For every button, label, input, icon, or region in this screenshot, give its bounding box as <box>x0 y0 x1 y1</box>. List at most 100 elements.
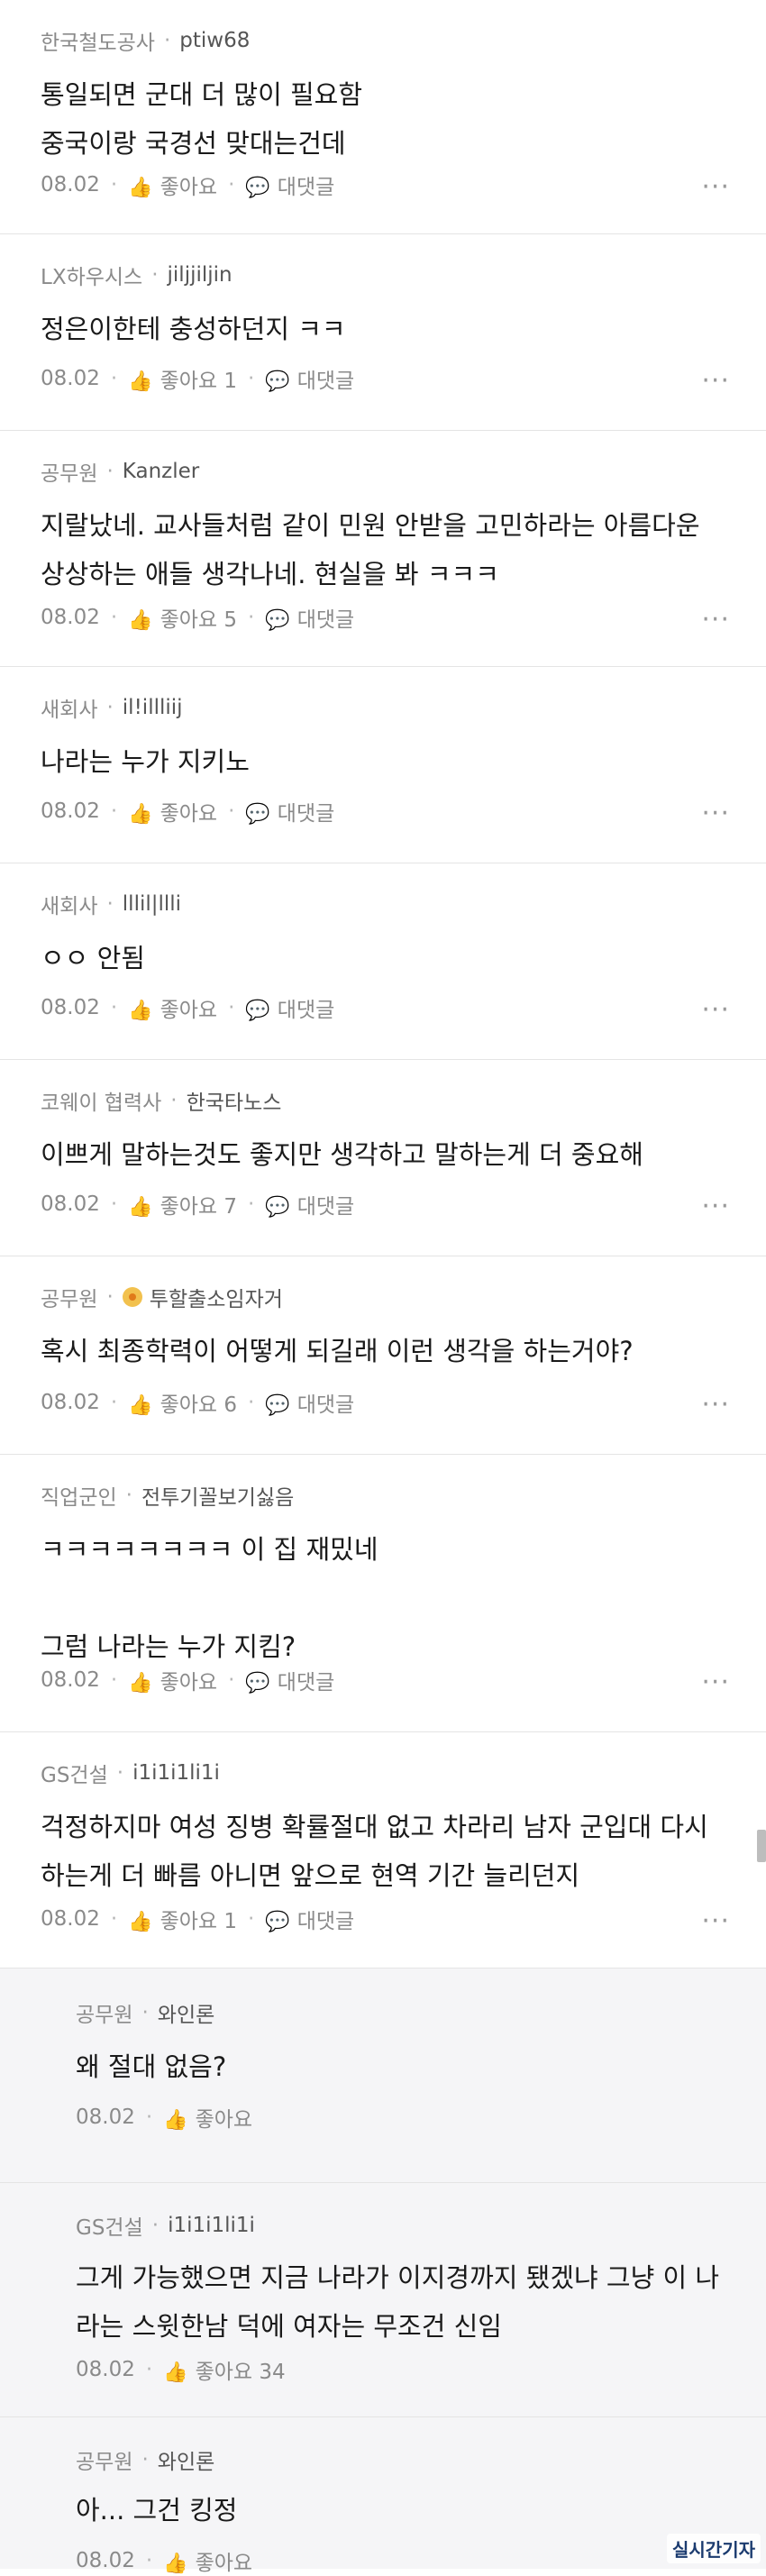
author-nickname: 한국타노스 <box>186 1092 282 1115</box>
comment-date: 08.02 <box>41 173 100 196</box>
reply-button[interactable]: 💬 대댓글 <box>265 1387 354 1418</box>
author-company: GS건설 <box>76 2216 143 2240</box>
scrollbar[interactable] <box>757 1830 766 1862</box>
like-button[interactable]: 👍 좋아요 <box>163 2545 252 2576</box>
comment-body: ㅇㅇ 안됨 <box>41 943 145 973</box>
like-button[interactable]: 👍 좋아요 7 <box>128 1189 237 1219</box>
reply-item: GS건설 · i1i1i1li1i 그게 가능했으면 지금 나라가 이지경까지 됐겠… <box>0 2183 766 2417</box>
comment-author[interactable]: LX하우시스 · jiljjiljin <box>41 260 233 290</box>
reply-item: 공무원 · 와인론 왜 절대 없음? 08.02 · 👍 좋아요 <box>0 1969 766 2183</box>
like-button[interactable]: 👍 좋아요 <box>128 992 217 1023</box>
comment-author[interactable]: 한국철도공사 · ptiw68 <box>41 25 250 56</box>
speech-bubble-icon: 💬 <box>245 803 270 826</box>
author-nickname: i1i1i1li1i <box>168 2214 255 2237</box>
comment-date: 08.02 <box>41 1192 100 1216</box>
like-count: 6 <box>223 1393 238 1417</box>
comment-author[interactable]: 공무원 · 투할출소임자거 <box>41 1282 283 1312</box>
author-nickname: ptiw68 <box>179 29 251 52</box>
comment-body: 이쁘게 말하는것도 좋지만 생각하고 말하는게 더 중요해 <box>41 1139 643 1170</box>
more-options-icon[interactable]: ··· <box>701 604 730 635</box>
more-options-icon[interactable]: ··· <box>701 171 730 203</box>
author-nickname: jiljjiljin <box>167 263 233 287</box>
reply-author[interactable]: GS건설 · i1i1i1li1i <box>76 2210 255 2241</box>
thumbs-up-icon: 👍 <box>128 803 153 826</box>
comment-date: 08.02 <box>41 367 100 390</box>
like-count: 7 <box>223 1195 238 1219</box>
thumbs-up-icon: 👍 <box>128 177 153 199</box>
speech-bubble-icon: 💬 <box>245 1000 270 1022</box>
thumbs-up-icon: 👍 <box>128 1000 153 1022</box>
reply-button[interactable]: 💬 대댓글 <box>265 1189 354 1219</box>
reply-body: 아... 그건 킹정 <box>76 2495 238 2526</box>
like-button[interactable]: 👍 좋아요 <box>128 1665 217 1695</box>
thumbs-up-icon: 👍 <box>128 1911 153 1933</box>
comment-body: 혹시 최종학력이 어떻게 되길래 이런 생각을 하는거야? <box>41 1336 634 1366</box>
comment-meta: 08.02 · 👍 좋아요 · 💬 대댓글 <box>41 796 334 827</box>
comment-author[interactable]: 새회사 · il!illliij <box>41 692 183 723</box>
more-options-icon[interactable]: ··· <box>701 994 730 1026</box>
author-company: 공무원 <box>41 1288 98 1311</box>
comment-author[interactable]: 새회사 · lllil|llli <box>41 889 181 919</box>
comment-date: 08.02 <box>41 606 100 629</box>
reply-button[interactable]: 💬 대댓글 <box>265 363 354 394</box>
thumbs-up-icon: 👍 <box>163 2109 188 2132</box>
like-button[interactable]: 👍 좋아요 34 <box>163 2354 285 2385</box>
more-options-icon[interactable]: ··· <box>701 365 730 397</box>
speech-bubble-icon: 💬 <box>265 609 290 632</box>
comment-meta: 08.02 · 👍 좋아요 · 💬 대댓글 <box>41 992 334 1023</box>
reply-button[interactable]: 💬 대댓글 <box>245 1665 334 1695</box>
comment-meta: 08.02 · 👍 좋아요 1 · 💬 대댓글 <box>41 1904 354 1934</box>
author-nickname: 전투기꼴보기싫음 <box>141 1486 295 1510</box>
watermark-logo: 실시간기자 <box>667 2534 761 2563</box>
comment-date: 08.02 <box>41 996 100 1019</box>
reply-author[interactable]: 공무원 · 와인론 <box>76 2444 214 2475</box>
like-button[interactable]: 👍 좋아요 <box>163 2102 252 2133</box>
reply-date: 08.02 <box>76 2549 135 2572</box>
comment-author[interactable]: GS건설 · i1i1i1li1i <box>41 1758 220 1788</box>
comment-item: 한국철도공사 · ptiw68 통일되면 군대 더 많이 필요함 중국이랑 국경선 … <box>0 0 766 234</box>
author-company: 코웨이 협력사 <box>41 1092 162 1115</box>
thumbs-up-icon: 👍 <box>128 1394 153 1417</box>
more-options-icon[interactable]: ··· <box>701 1191 730 1222</box>
author-company: GS건설 <box>41 1764 108 1787</box>
author-company: 직업군인 <box>41 1486 117 1510</box>
reply-body: 그게 가능했으면 지금 나라가 이지경까지 됐겠냐 그냥 이 나 라는 스윗한남… <box>76 2262 720 2342</box>
like-button[interactable]: 👍 좋아요 <box>128 796 217 827</box>
reply-button[interactable]: 💬 대댓글 <box>245 796 334 827</box>
author-company: 공무원 <box>41 462 98 486</box>
comment-meta: 08.02 · 👍 좋아요 · 💬 대댓글 <box>41 169 334 200</box>
author-company: 한국철도공사 <box>41 32 155 55</box>
more-options-icon[interactable]: ··· <box>701 798 730 829</box>
like-button[interactable]: 👍 좋아요 1 <box>128 1904 237 1934</box>
comment-author[interactable]: 코웨이 협력사 · 한국타노스 <box>41 1085 281 1116</box>
like-button[interactable]: 👍 좋아요 <box>128 169 217 200</box>
reply-button[interactable]: 💬 대댓글 <box>245 169 334 200</box>
comment-item: 직업군인 · 전투기꼴보기싫음 ㅋㅋㅋㅋㅋㅋㅋㅋ 이 집 재밌네 그럼 나라는 누가… <box>0 1455 766 1732</box>
thumbs-up-icon: 👍 <box>163 2361 188 2384</box>
reply-button[interactable]: 💬 대댓글 <box>265 1904 354 1934</box>
reply-author[interactable]: 공무원 · 와인론 <box>76 1997 214 2028</box>
more-options-icon[interactable]: ··· <box>701 1905 730 1937</box>
comment-body: 지랄났네. 교사들처럼 같이 민원 안받을 고민하라는 아름다운 상상하는 애들… <box>41 510 700 589</box>
comment-item: 공무원 · Kanzler 지랄났네. 교사들처럼 같이 민원 안받을 고민하라는 … <box>0 431 766 667</box>
like-count: 1 <box>223 1910 238 1933</box>
author-company: LX하우시스 <box>41 266 143 289</box>
comment-author[interactable]: 직업군인 · 전투기꼴보기싫음 <box>41 1480 294 1511</box>
thumbs-up-icon: 👍 <box>128 609 153 632</box>
badge-icon <box>122 1287 142 1307</box>
reply-item: 공무원 · 와인론 아... 그건 킹정 08.02 · 👍 좋아요 <box>0 2417 766 2575</box>
comment-author[interactable]: 공무원 · Kanzler <box>41 456 199 487</box>
like-button[interactable]: 👍 좋아요 5 <box>128 602 237 633</box>
reply-button[interactable]: 💬 대댓글 <box>245 992 334 1023</box>
author-nickname: il!illliij <box>122 696 183 719</box>
more-options-icon[interactable]: ··· <box>701 1667 730 1698</box>
reply-date: 08.02 <box>76 2358 135 2381</box>
comment-meta: 08.02 · 👍 좋아요 · 💬 대댓글 <box>41 1665 334 1695</box>
more-options-icon[interactable]: ··· <box>701 1389 730 1420</box>
like-count: 1 <box>223 370 238 393</box>
reply-button[interactable]: 💬 대댓글 <box>265 602 354 633</box>
speech-bubble-icon: 💬 <box>265 1911 290 1933</box>
comment-meta: 08.02 · 👍 좋아요 1 · 💬 대댓글 <box>41 363 354 394</box>
like-button[interactable]: 👍 좋아요 6 <box>128 1387 237 1418</box>
like-button[interactable]: 👍 좋아요 1 <box>128 363 237 394</box>
